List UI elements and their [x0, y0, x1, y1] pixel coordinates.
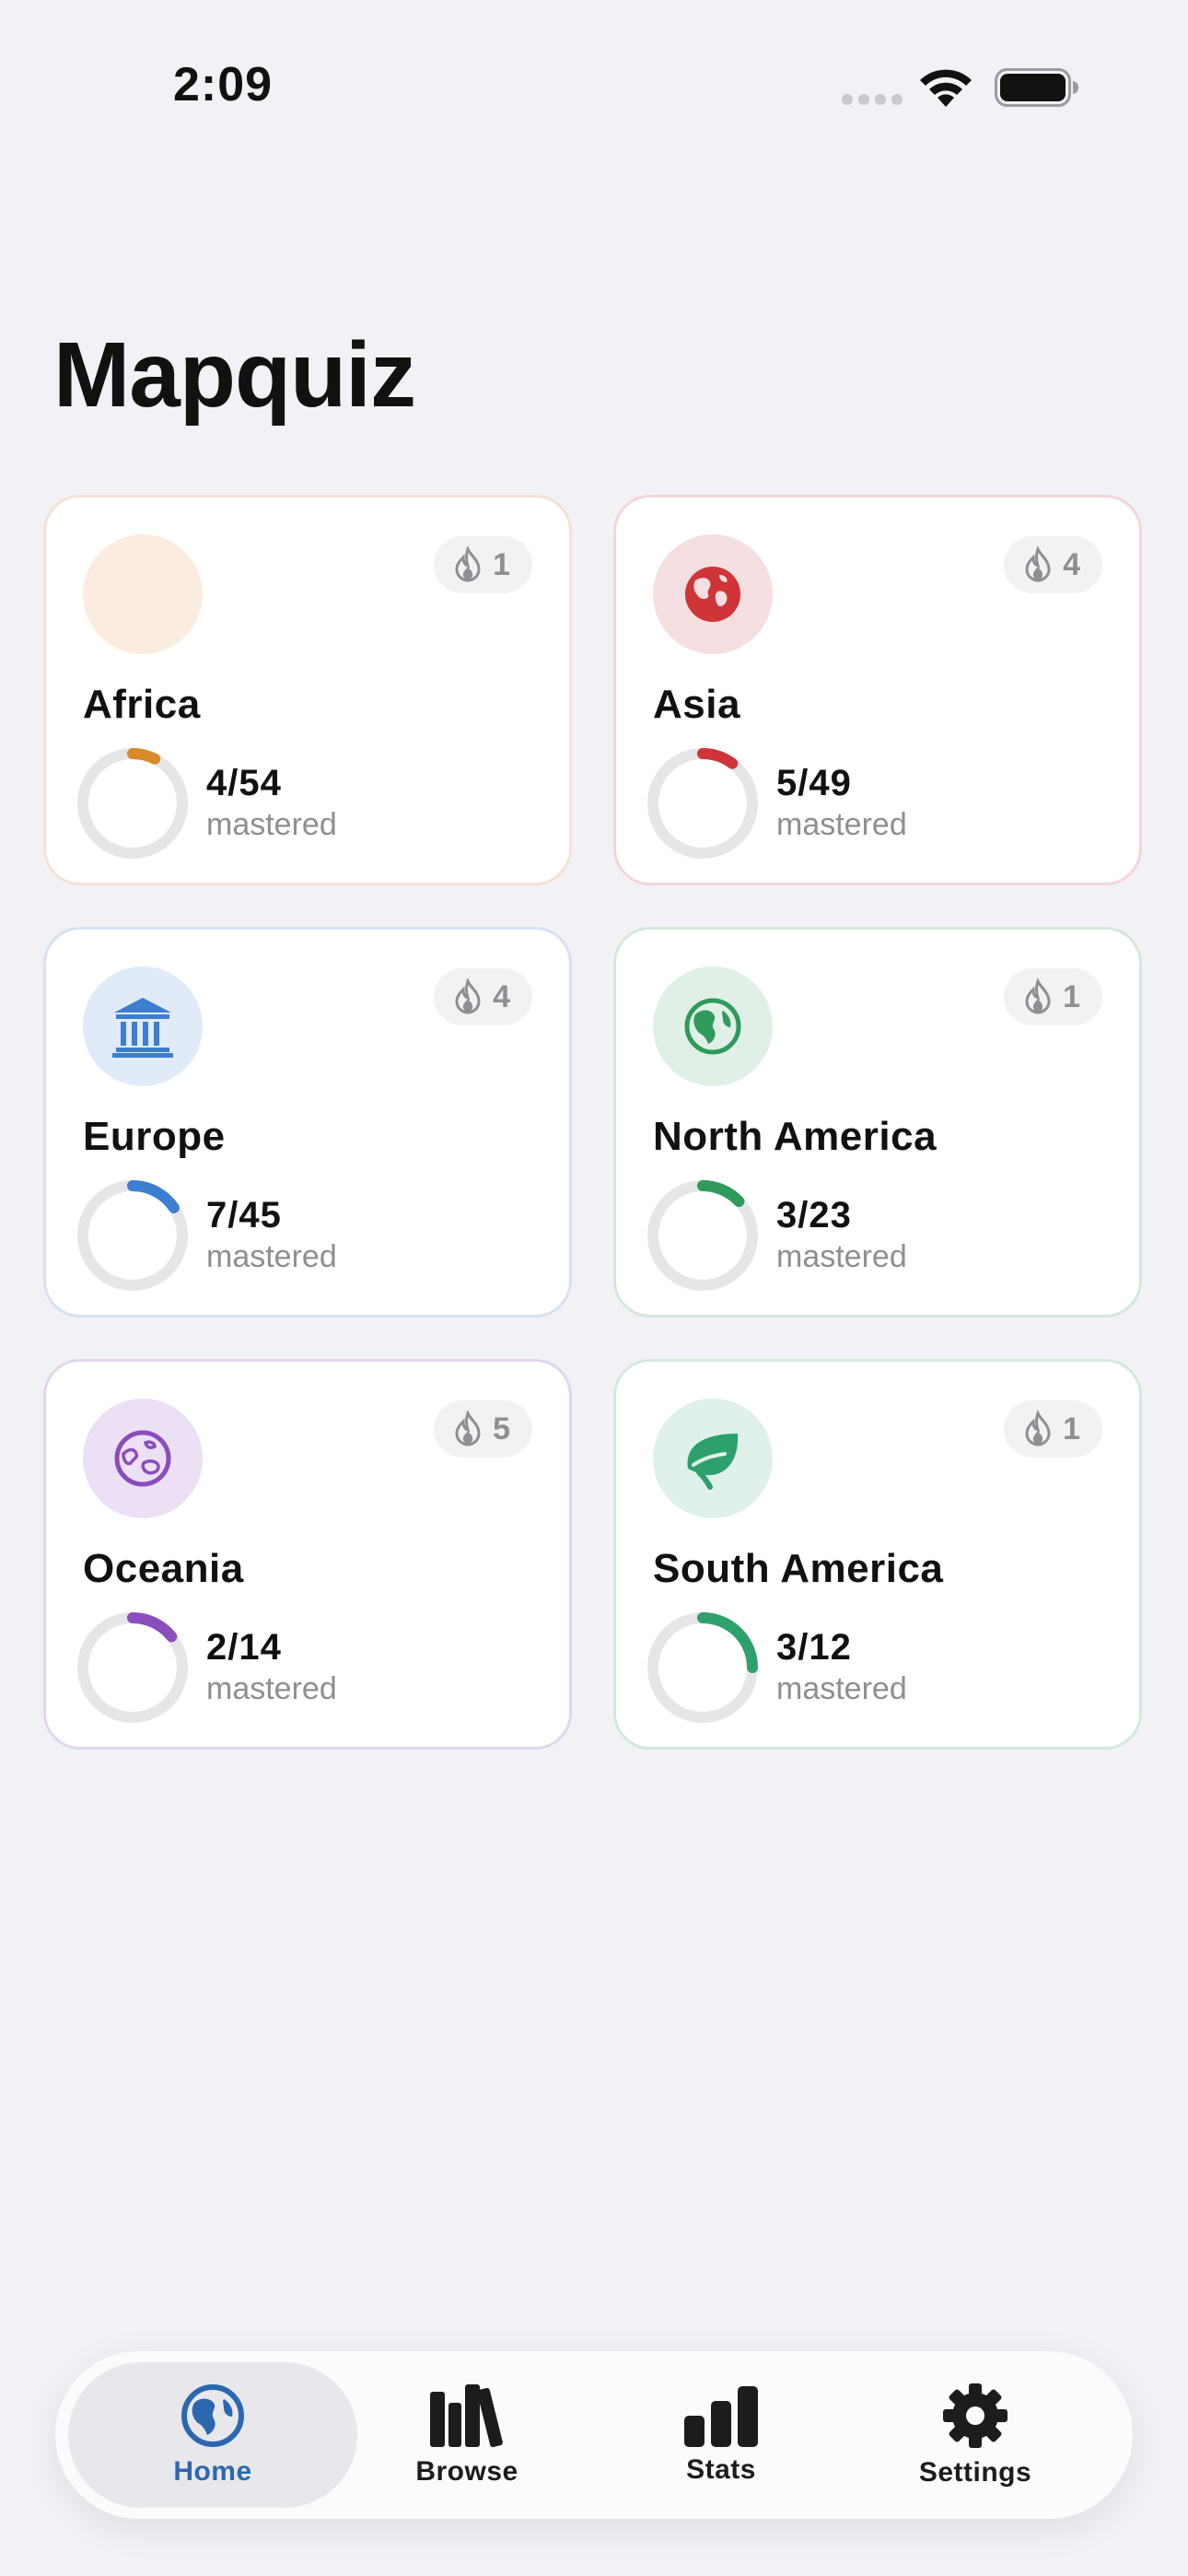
tab-settings[interactable]: Settings: [831, 2362, 1120, 2508]
region-icon-circle: [653, 1399, 773, 1518]
progress-ring-fill: [697, 748, 739, 769]
streak-count: 5: [493, 1411, 510, 1446]
mastered-label: mastered: [776, 1671, 907, 1706]
mastered-count: 3/12: [776, 1627, 852, 1668]
tab-label: Settings: [918, 2457, 1032, 2488]
streak-badge: 4: [1004, 536, 1102, 593]
tab-bar: Home Browse Stats Settings: [55, 2351, 1133, 2519]
progress-ring: [647, 1612, 758, 1723]
streak-count: 1: [493, 546, 510, 582]
flame-icon: [455, 546, 481, 582]
streak-badge: 1: [434, 536, 532, 593]
streak-count: 1: [1063, 978, 1080, 1014]
region-icon-circle: [83, 1399, 203, 1518]
page-title: Mapquiz: [53, 323, 416, 427]
status-time: 2:09: [173, 58, 274, 111]
tab-stats[interactable]: Stats: [577, 2362, 866, 2508]
progress-ring-fill: [127, 748, 161, 765]
region-name: Asia: [653, 682, 740, 727]
streak-badge: 1: [1004, 968, 1102, 1025]
flame-icon: [1025, 978, 1051, 1014]
streak-count: 4: [1063, 546, 1080, 582]
cellular-signal-icon: [842, 94, 903, 105]
globe-americas-icon: [181, 2384, 244, 2447]
books-icon: [430, 2384, 503, 2448]
globe-asia-icon: [685, 567, 740, 622]
flame-icon: [1025, 546, 1051, 582]
mastered-count: 3/23: [776, 1195, 852, 1235]
progress-ring: [647, 748, 758, 859]
streak-badge: 1: [1004, 1400, 1102, 1458]
streak-badge: 5: [434, 1400, 532, 1458]
bar-chart-icon: [684, 2386, 758, 2447]
streak-count: 1: [1063, 1411, 1080, 1446]
region-icon-circle: [83, 534, 203, 654]
streak-badge: 4: [434, 968, 532, 1025]
mastered-label: mastered: [776, 807, 907, 842]
region-name: North America: [653, 1114, 938, 1159]
progress-ring: [77, 1612, 188, 1723]
flame-icon: [1025, 1411, 1051, 1446]
tab-home[interactable]: Home: [68, 2362, 357, 2508]
gear-icon: [943, 2383, 1007, 2448]
region-icon-circle: [83, 966, 203, 1086]
progress-ring-fill: [697, 1180, 745, 1208]
progress-ring: [647, 1180, 758, 1291]
mastered-count: 4/54: [206, 763, 282, 803]
progress-ring: [77, 1180, 188, 1291]
building-columns-icon: [112, 998, 173, 1058]
progress-ring-fill: [697, 1612, 758, 1673]
region-icon-circle: [653, 966, 773, 1086]
tab-browse[interactable]: Browse: [322, 2362, 611, 2508]
tab-label: Browse: [415, 2456, 518, 2487]
leaf-icon: [687, 1434, 739, 1490]
region-icon-circle: [653, 534, 773, 654]
region-card-north-america[interactable]: 1 North America 3/23 mastered: [613, 927, 1142, 1317]
progress-ring-fill: [127, 1612, 178, 1643]
battery-icon: [995, 68, 1078, 107]
mastered-label: mastered: [206, 1239, 337, 1274]
mastered-label: mastered: [776, 1239, 907, 1274]
region-name: South America: [653, 1546, 944, 1591]
earth-oceania-icon: [114, 1430, 171, 1487]
globe-americas-icon: [684, 998, 741, 1055]
flame-icon: [455, 978, 481, 1014]
streak-count: 4: [493, 978, 510, 1014]
region-name: Oceania: [83, 1546, 244, 1591]
flame-icon: [455, 1411, 481, 1446]
region-name: Europe: [83, 1114, 226, 1159]
mastered-count: 7/45: [206, 1195, 282, 1235]
region-card-south-america[interactable]: 1 South America 3/12 mastered: [613, 1359, 1142, 1750]
mastered-label: mastered: [206, 1671, 337, 1706]
mastered-count: 5/49: [776, 763, 852, 803]
region-card-europe[interactable]: 4 Europe 7/45 mastered: [43, 927, 572, 1317]
region-name: Africa: [83, 682, 201, 727]
mastered-count: 2/14: [206, 1627, 282, 1668]
region-card-asia[interactable]: 4 Asia 5/49 mastered: [613, 495, 1142, 885]
progress-ring: [77, 748, 188, 859]
region-card-africa[interactable]: 1 Africa 4/54 mastered: [43, 495, 572, 885]
tab-label: Stats: [686, 2454, 756, 2485]
status-bar: 2:09: [0, 0, 1188, 175]
mastered-label: mastered: [206, 807, 337, 842]
wifi-icon: [920, 69, 972, 107]
progress-ring-fill: [127, 1180, 180, 1213]
region-card-oceania[interactable]: 5 Oceania 2/14 mastered: [43, 1359, 572, 1750]
tab-label: Home: [173, 2456, 252, 2487]
